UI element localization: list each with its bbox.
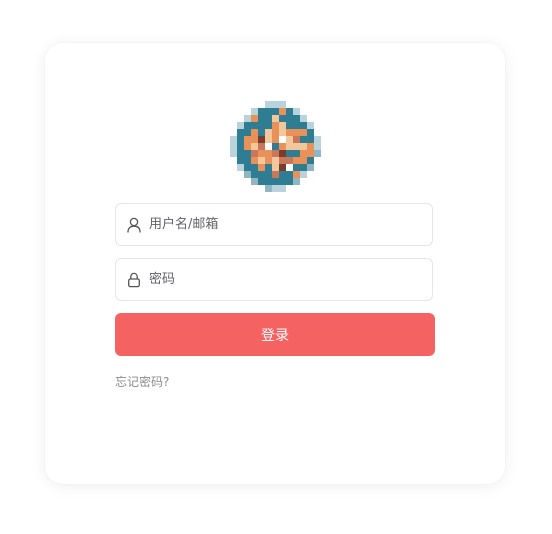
username-input[interactable] [149,204,419,245]
forgot-password-link[interactable]: 忘记密码? [115,373,169,390]
password-field[interactable] [115,258,433,301]
lock-icon [127,272,141,288]
username-field[interactable] [115,203,433,246]
password-input[interactable] [149,259,419,300]
avatar [230,101,321,192]
login-button[interactable]: 登录 [115,313,435,356]
user-icon [127,217,141,233]
